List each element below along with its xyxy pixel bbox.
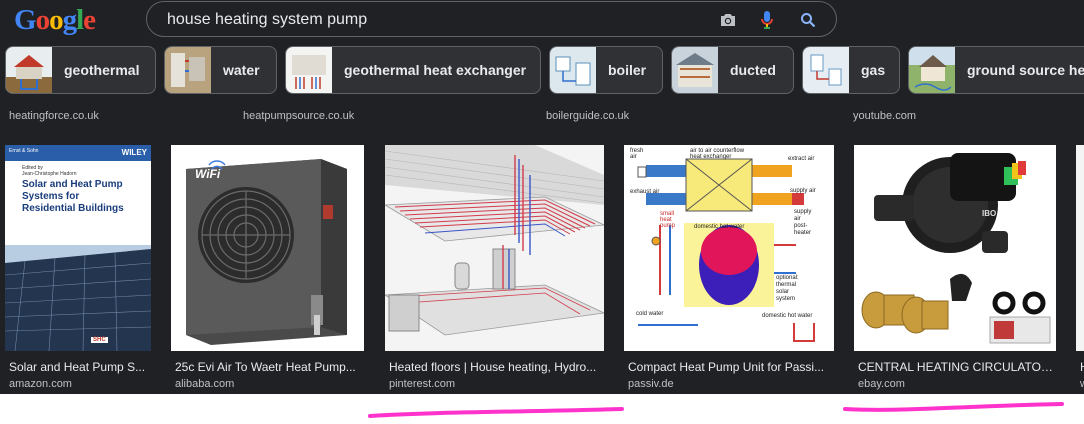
related-searches: geothermal water geothermal heat exchang… [5, 46, 1084, 94]
wifi-label: WiFi [195, 167, 221, 181]
result-title[interactable]: Heated floors | House heating, Hydro... [389, 360, 605, 374]
result-source[interactable]: pinterest.com [389, 378, 455, 390]
book-badge: SHC [91, 337, 108, 343]
search-results-page: Google geothermal water [0, 0, 1084, 394]
result-source[interactable]: heatingforce.co.uk [9, 110, 99, 122]
result-source[interactable]: youtube.com [853, 110, 916, 122]
result-thumbnail[interactable]: IBO [854, 145, 1056, 351]
chip-ducted[interactable]: ducted [671, 46, 794, 94]
camera-icon[interactable] [717, 9, 739, 31]
search-box [146, 1, 837, 37]
chip-thumbnail [803, 47, 849, 93]
result-source[interactable]: w [1080, 378, 1084, 390]
chip-gas[interactable]: gas [802, 46, 900, 94]
diagram-label: small heat pump [660, 211, 676, 229]
chip-thumbnail [550, 47, 596, 93]
diagram-label: extract air [788, 156, 815, 162]
search-icon[interactable] [797, 9, 819, 31]
microphone-icon[interactable] [756, 9, 778, 31]
result-thumbnail[interactable]: fresh air air to air counterflow heat ex… [624, 145, 834, 351]
chip-label: ducted [730, 62, 776, 78]
chip-thumbnail [909, 47, 955, 93]
result-title[interactable]: CENTRAL HEATING CIRCULATOR... [858, 360, 1054, 374]
diagram-label: exhaust air [630, 189, 660, 195]
diagram-label: supply air [790, 188, 816, 194]
book-editor: Edited by Jean-Christophe Hadorn [22, 165, 77, 177]
chip-label: geothermal [64, 62, 140, 78]
result-thumbnail[interactable]: Ernst & Sohn WILEY Edited by Jean-Christ… [5, 145, 151, 351]
result-source[interactable]: ebay.com [858, 378, 905, 390]
result-title[interactable]: 25c Evi Air To Waetr Heat Pump... [175, 360, 365, 374]
result-thumbnail[interactable]: WiFi [171, 145, 364, 351]
chip-label: water [223, 62, 260, 78]
chip-geothermal-heat-exchanger[interactable]: geothermal heat exchanger [285, 46, 541, 94]
chip-water[interactable]: water [164, 46, 277, 94]
chip-geothermal[interactable]: geothermal [5, 46, 156, 94]
chip-ground-source-heat-pump[interactable]: ground source heat pump [908, 46, 1084, 94]
chip-label: boiler [608, 62, 647, 78]
result-source[interactable]: boilerguide.co.uk [546, 110, 629, 122]
result-source[interactable]: amazon.com [9, 378, 72, 390]
chip-boiler[interactable]: boiler [549, 46, 663, 94]
diagram-label: domestic hot water [694, 224, 745, 230]
result-title[interactable]: Solar and Heat Pump S... [9, 360, 151, 374]
chip-thumbnail [165, 47, 211, 93]
diagram-label: domestic hot water [762, 313, 813, 319]
annotation-underlines [368, 402, 1064, 418]
result-title[interactable]: H [1080, 360, 1084, 374]
diagram-label: optional: thermal solar system [776, 275, 799, 302]
chip-label: ground source heat pump [967, 62, 1084, 78]
book-series: WILEY [121, 148, 147, 157]
diagram-label: supply air post- heater [794, 209, 812, 236]
chip-label: gas [861, 62, 886, 78]
result-source[interactable]: heatpumpsource.co.uk [243, 110, 354, 122]
book-title: Solar and Heat Pump Systems for Resident… [22, 179, 124, 214]
chip-thumbnail [672, 47, 718, 93]
google-logo[interactable]: Google [14, 3, 98, 37]
result-source[interactable]: passiv.de [628, 378, 674, 390]
diagram-label: cold water [636, 311, 664, 317]
result-thumbnail[interactable] [385, 145, 604, 351]
pump-brand: IBO [982, 209, 997, 218]
chip-thumbnail [286, 47, 332, 93]
diagram-label: fresh air [630, 148, 644, 160]
diagram-label: air to air counterflow heat exchanger [690, 148, 745, 160]
result-title[interactable]: Compact Heat Pump Unit for Passi... [628, 360, 836, 374]
result-thumbnail[interactable] [1076, 145, 1084, 351]
result-source[interactable]: alibaba.com [175, 378, 234, 390]
book-publisher: Ernst & Sohn [9, 148, 39, 154]
search-input[interactable] [167, 10, 707, 30]
chip-thumbnail [6, 47, 52, 93]
chip-label: geothermal heat exchanger [344, 62, 527, 78]
